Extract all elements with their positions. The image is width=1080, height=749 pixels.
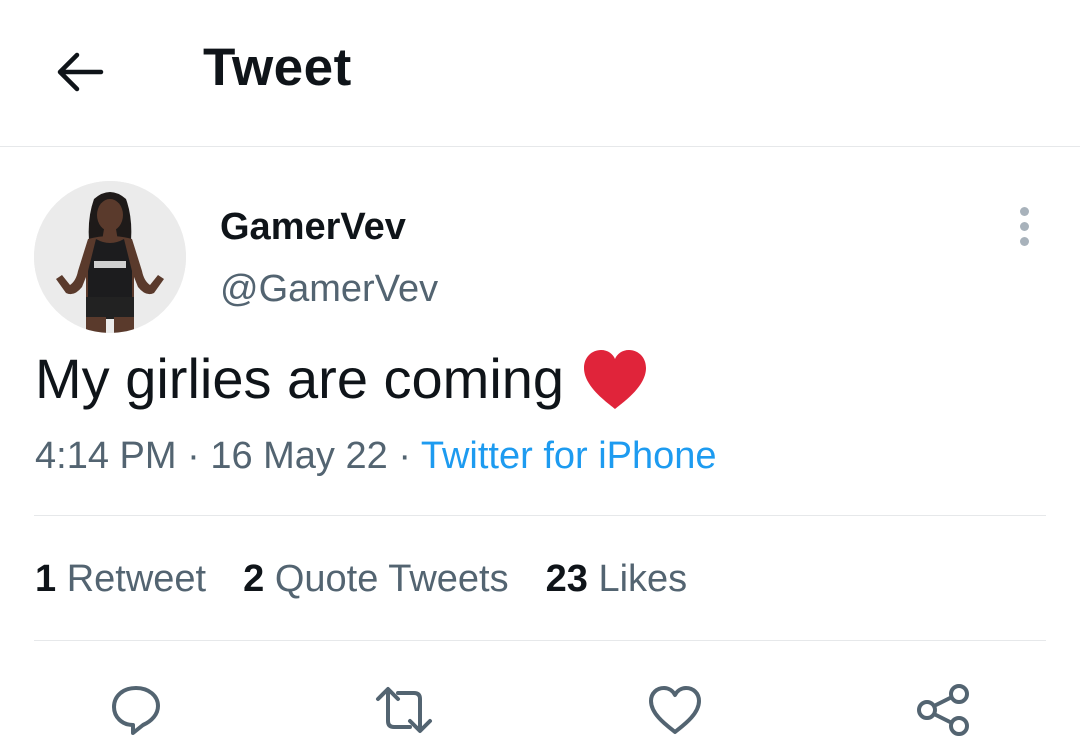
arrow-left-icon	[57, 52, 104, 92]
retweets-label: Retweet	[66, 558, 207, 600]
tweet-time: 4:14 PM	[35, 435, 177, 477]
meta-separator: ·	[398, 435, 411, 477]
divider	[34, 515, 1046, 516]
quote-tweets-stat[interactable]: 2 Quote Tweets	[243, 555, 508, 603]
share-button[interactable]	[914, 680, 974, 740]
reply-button[interactable]	[106, 680, 166, 740]
avatar[interactable]	[34, 181, 186, 333]
likes-stat[interactable]: 23 Likes	[546, 555, 688, 603]
quote-tweets-count: 2	[243, 558, 265, 600]
divider	[34, 640, 1046, 641]
back-button[interactable]	[48, 40, 112, 104]
quote-tweets-label: Quote Tweets	[274, 558, 509, 600]
retweet-icon	[376, 687, 432, 733]
tweet-text: My girlies are coming	[35, 344, 650, 414]
retweets-stat[interactable]: 1 Retweet	[35, 555, 206, 603]
tweet-stats: 1 Retweet 2 Quote Tweets 23 Likes	[35, 555, 724, 603]
profile-photo	[34, 181, 186, 333]
more-options-button[interactable]	[1000, 200, 1048, 252]
more-dot	[1019, 221, 1029, 231]
red-heart-emoji	[584, 350, 647, 409]
more-dot	[1019, 206, 1029, 216]
likes-label: Likes	[598, 558, 688, 600]
top-bar: Tweet	[0, 0, 1080, 147]
tweet-meta: 4:14 PM · 16 May 22 · Twitter for iPhone	[35, 432, 717, 480]
reply-icon	[112, 686, 160, 735]
author-display-name[interactable]: GamerVev	[220, 203, 406, 251]
tweet-body: My girlies are coming	[35, 347, 565, 410]
retweet-button[interactable]	[374, 680, 434, 740]
likes-count: 23	[545, 558, 588, 600]
tweet-source-link[interactable]: Twitter for iPhone	[421, 435, 717, 477]
author-handle[interactable]: @GamerVev	[220, 265, 438, 313]
share-icon	[917, 684, 969, 736]
more-dot	[1019, 236, 1029, 246]
retweets-count: 1	[35, 558, 57, 600]
meta-separator: ·	[187, 435, 200, 477]
tweet-date: 16 May 22	[210, 435, 388, 477]
like-button[interactable]	[645, 680, 705, 740]
page-title: Tweet	[203, 38, 352, 97]
heart-icon	[649, 686, 701, 734]
